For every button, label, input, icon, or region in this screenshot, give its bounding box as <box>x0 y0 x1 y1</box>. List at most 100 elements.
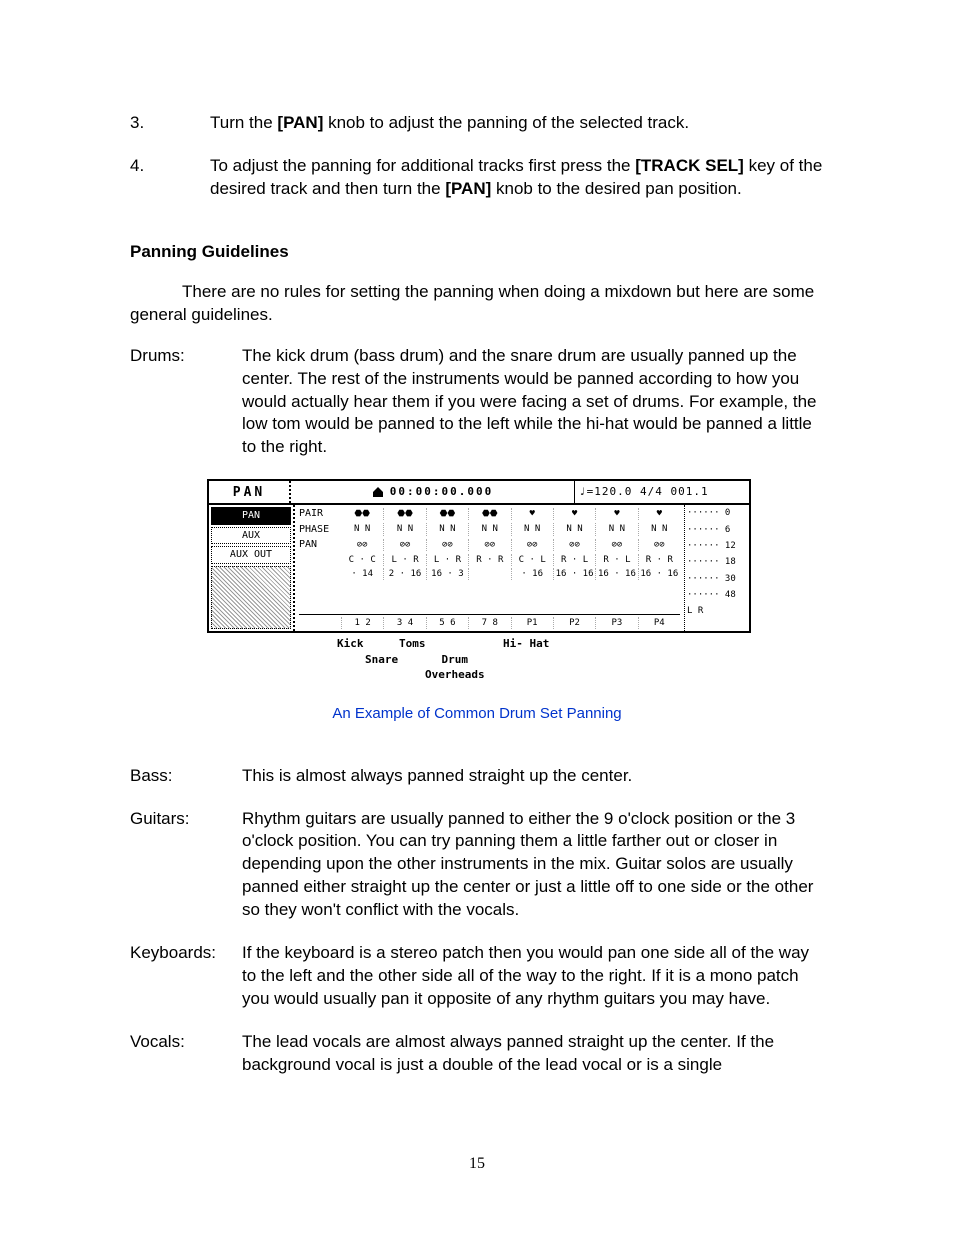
def-desc: If the keyboard is a stereo patch then y… <box>242 942 824 1011</box>
track-label: 5 6 <box>426 617 468 629</box>
callout-snare: Snare <box>365 653 398 668</box>
track-label: P3 <box>595 617 637 629</box>
grid-cell: ♥ <box>595 508 637 520</box>
meter-mark: ······ 48 <box>687 589 747 601</box>
grid-cell: N N <box>553 523 595 535</box>
def-drums: Drums: The kick drum (bass drum) and the… <box>130 345 824 460</box>
grid-cell: C · C <box>341 554 383 566</box>
grid-cell: N N <box>341 523 383 535</box>
grid-cell: N N <box>511 523 553 535</box>
pan-knob-ref: [PAN] <box>277 113 323 132</box>
step-number: 4. <box>130 155 210 201</box>
def-desc: This is almost always panned straight up… <box>242 765 824 788</box>
grid-cell <box>468 568 510 580</box>
step-3: 3. Turn the [PAN] knob to adjust the pan… <box>130 112 824 135</box>
track-label: P4 <box>638 617 680 629</box>
step-text: Turn the [PAN] knob to adjust the pannin… <box>210 112 824 135</box>
grid-cell: L · R <box>426 554 468 566</box>
grid-cell: ⊘⊘ <box>595 539 637 551</box>
grid-cell: 16 · 16 <box>553 568 595 580</box>
def-desc: The kick drum (bass drum) and the snare … <box>242 345 824 460</box>
lcd-screen-title: PAN <box>209 481 291 503</box>
grid-cell: R · L <box>595 554 637 566</box>
grid-cell: ⬣⬣ <box>426 508 468 520</box>
menu-item-aux: AUX <box>211 527 291 545</box>
def-term: Drums: <box>130 345 242 460</box>
grid-cell: ⊘⊘ <box>553 539 595 551</box>
row-label-pair: PAIR <box>299 507 341 521</box>
track-label: 3 4 <box>383 617 425 629</box>
def-term: Keyboards: <box>130 942 242 1011</box>
row-label-phase: PHASE <box>299 523 341 537</box>
track-label: 7 8 <box>468 617 510 629</box>
step-4: 4. To adjust the panning for additional … <box>130 155 824 201</box>
track-label: 1 2 <box>341 617 383 629</box>
lcd-callouts: Kick Snare Toms Drum Overheads Hi- Hat <box>207 633 747 679</box>
menu-item-auxout: AUX OUT <box>211 546 291 564</box>
grid-cell: R · R <box>468 554 510 566</box>
page-number: 15 <box>0 1153 954 1175</box>
grid-cell: 16 · 16 <box>638 568 680 580</box>
callout-overheads: Drum Overheads <box>425 653 485 683</box>
grid-cell: N N <box>595 523 637 535</box>
meter-mark: ······ 0 <box>687 507 747 519</box>
grid-cell: ⊘⊘ <box>426 539 468 551</box>
meter-mark: ······ 18 <box>687 556 747 568</box>
home-icon <box>372 486 384 498</box>
grid-cell: N N <box>638 523 680 535</box>
grid-cell: · 16 <box>511 568 553 580</box>
grid-cell: · 14 <box>341 568 383 580</box>
def-term: Vocals: <box>130 1031 242 1077</box>
menu-item-pan: PAN <box>211 507 291 525</box>
track-sel-ref: [TRACK SEL] <box>635 156 744 175</box>
grid-cell: ⊘⊘ <box>511 539 553 551</box>
row-label-pan: PAN <box>299 538 341 552</box>
def-bass: Bass: This is almost always panned strai… <box>130 765 824 788</box>
grid-cell: 16 · 16 <box>595 568 637 580</box>
lcd-menu: PAN AUX AUX OUT <box>209 505 295 631</box>
grid-cell: N N <box>426 523 468 535</box>
lcd-timecode: 00:00:00.000 <box>390 485 493 500</box>
grid-cell: N N <box>468 523 510 535</box>
step-number: 3. <box>130 112 210 135</box>
grid-cell: ⬣⬣ <box>468 508 510 520</box>
step-text: To adjust the panning for additional tra… <box>210 155 824 201</box>
track-label: P1 <box>511 617 553 629</box>
grid-cell: ⬣⬣ <box>341 508 383 520</box>
intro-paragraph: There are no rules for setting the panni… <box>130 281 824 327</box>
grid-cell: ⊘⊘ <box>468 539 510 551</box>
grid-cell: R · R <box>638 554 680 566</box>
grid-cell: ⬣⬣ <box>383 508 425 520</box>
grid-cell: 16 · 3 <box>426 568 468 580</box>
meter-mark: ······ 12 <box>687 540 747 552</box>
menu-empty <box>211 566 291 630</box>
lcd-timecode-cell: 00:00:00.000 <box>291 481 575 503</box>
grid-cell: ♥ <box>511 508 553 520</box>
figure-caption: An Example of Common Drum Set Panning <box>130 704 824 724</box>
grid-cell: ⊘⊘ <box>341 539 383 551</box>
pan-knob-ref: [PAN] <box>445 179 491 198</box>
grid-cell: ♥ <box>553 508 595 520</box>
grid-cell: ⊘⊘ <box>638 539 680 551</box>
meter-mark: L R <box>687 605 747 617</box>
grid-cell: ⊘⊘ <box>383 539 425 551</box>
def-vocals: Vocals: The lead vocals are almost alway… <box>130 1031 824 1077</box>
callout-hihat: Hi- Hat <box>503 637 549 652</box>
grid-cell: 2 · 16 <box>383 568 425 580</box>
grid-cell: L · R <box>383 554 425 566</box>
track-label: P2 <box>553 617 595 629</box>
lcd-meter-scale: ······ 0······ 6······ 12······ 18······… <box>685 505 749 631</box>
grid-cell: N N <box>383 523 425 535</box>
def-desc: The lead vocals are almost always panned… <box>242 1031 824 1077</box>
grid-cell: R · L <box>553 554 595 566</box>
def-term: Bass: <box>130 765 242 788</box>
lcd-tempo: ♩=120.0 4/4 001.1 <box>575 481 749 503</box>
lcd-main-grid: PAIR ⬣⬣⬣⬣⬣⬣⬣⬣♥♥♥♥ PHASE N NN NN NN NN NN… <box>295 505 685 631</box>
def-term: Guitars: <box>130 808 242 923</box>
callout-toms: Toms <box>399 637 426 652</box>
section-title: Panning Guidelines <box>130 241 824 264</box>
lcd-top-bar: PAN 00:00:00.000 ♩=120.0 4/4 001.1 <box>209 481 749 505</box>
def-keyboards: Keyboards: If the keyboard is a stereo p… <box>130 942 824 1011</box>
meter-mark: ······ 30 <box>687 573 747 585</box>
def-desc: Rhythm guitars are usually panned to eit… <box>242 808 824 923</box>
